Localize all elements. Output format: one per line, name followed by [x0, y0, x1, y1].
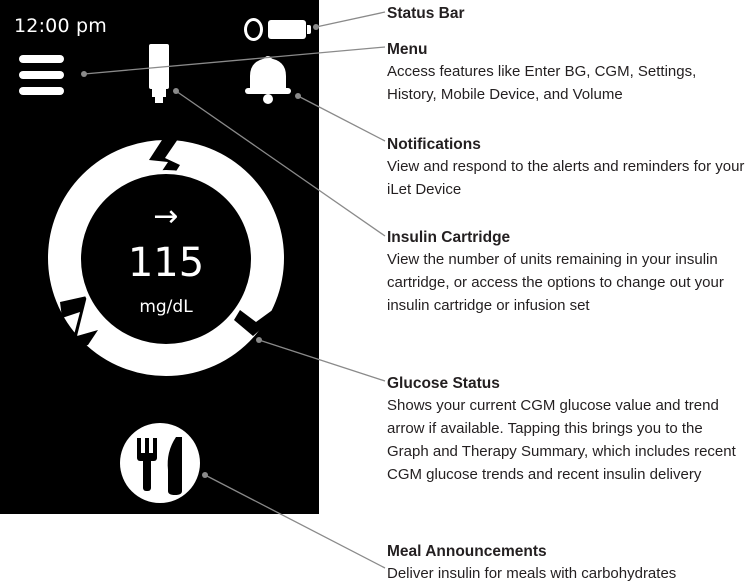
annotation-title: Insulin Cartridge — [387, 229, 511, 246]
annotation-glucose-status: Glucose Status Shows your current CGM gl… — [387, 374, 747, 486]
annotation-insulin-cartridge: Insulin Cartridge View the number of uni… — [387, 228, 747, 317]
annotation-description: Shows your current CGM glucose value and… — [387, 397, 736, 483]
annotation-status-bar: Status Bar — [387, 4, 747, 24]
annotation-description: View the number of units remaining in yo… — [387, 251, 724, 314]
annotation-menu: Menu Access features like Enter BG, CGM,… — [387, 40, 747, 106]
annotation-title: Status Bar — [387, 5, 465, 22]
annotation-meal-announcements: Meal Announcements Deliver insulin for m… — [387, 542, 747, 585]
annotation-description: View and respond to the alerts and remin… — [387, 158, 745, 198]
annotation-title: Menu — [387, 41, 428, 58]
annotation-notifications: Notifications View and respond to the al… — [387, 135, 747, 201]
annotation-title: Meal Announcements — [387, 543, 547, 560]
annotation-title: Notifications — [387, 136, 481, 153]
annotation-description: Deliver insulin for meals with carbohydr… — [387, 565, 677, 582]
annotation-title: Glucose Status — [387, 375, 500, 392]
annotation-description: Access features like Enter BG, CGM, Sett… — [387, 63, 697, 103]
